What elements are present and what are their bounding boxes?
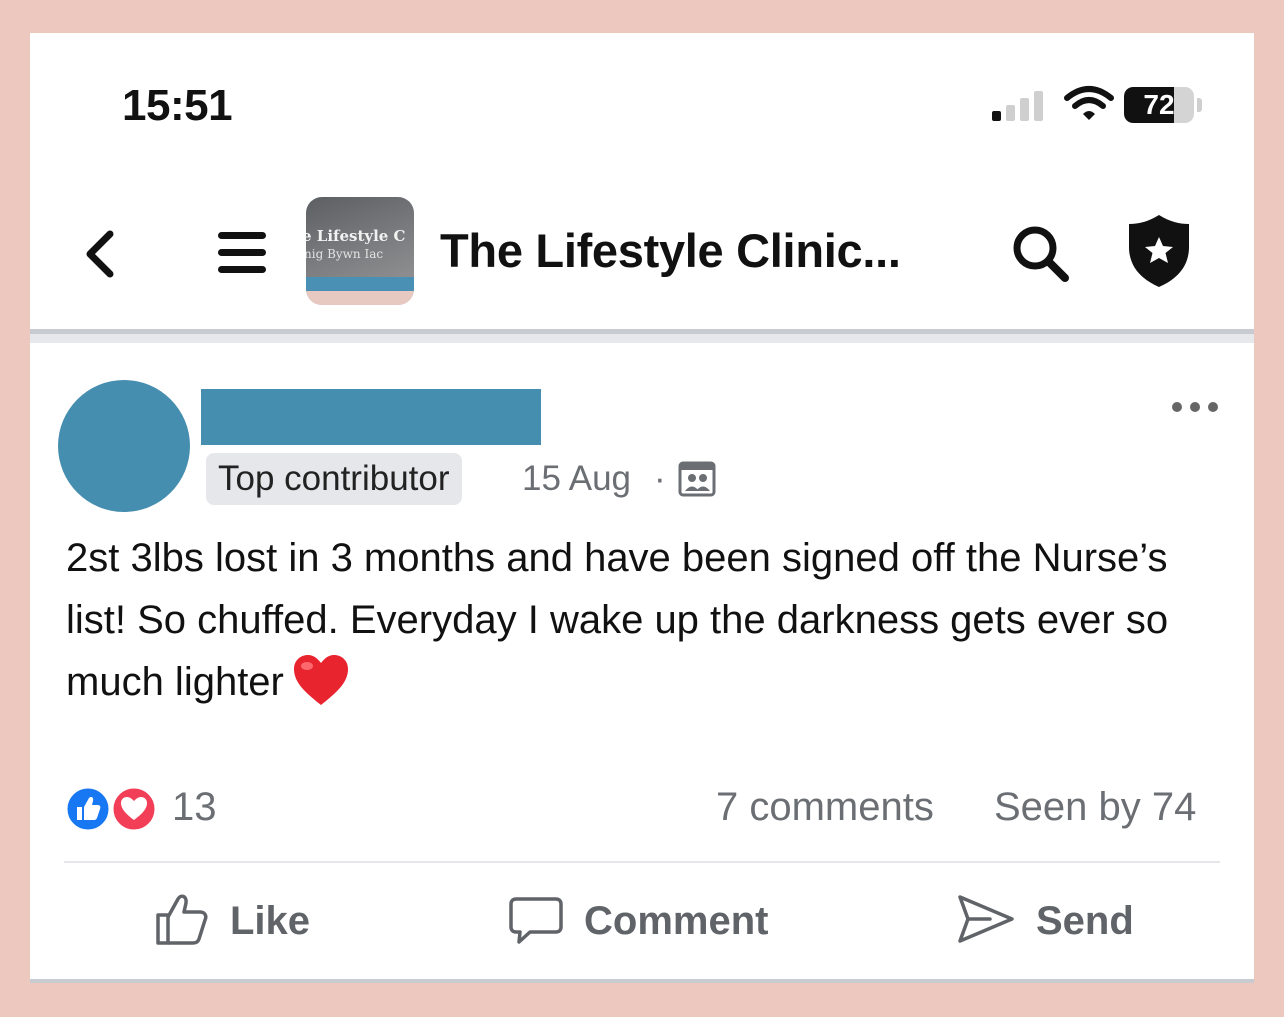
like-label: Like [230,899,311,943]
header-divider [30,329,1254,343]
thumbs-up-icon [156,894,208,945]
avatar[interactable] [58,380,190,512]
wifi-icon [1064,86,1114,120]
post-card: 15:51 72 e Lifestyle C nig Bywn Iac The … [30,33,1254,983]
battery-percent: 72 [1143,89,1175,120]
comment-bubble-icon [509,897,563,944]
like-reaction-icon [64,785,112,833]
post-body: 2st 3lbs lost in 3 months and have been … [66,527,1236,713]
post-date[interactable]: 15 Aug [522,459,631,499]
search-icon[interactable] [1010,223,1072,285]
comment-button[interactable]: Comment [508,891,788,951]
thumbnail-band [306,277,414,291]
send-icon [958,895,1014,943]
back-chevron-icon[interactable] [82,229,118,279]
thumbnail-text-1: e Lifestyle C [306,227,406,245]
actions-divider [64,861,1220,863]
send-button[interactable]: Send [956,891,1156,951]
shield-star-icon[interactable] [1126,213,1192,289]
battery-icon: 72 [1124,87,1194,123]
reaction-count[interactable]: 13 [172,785,217,830]
reaction-icons[interactable] [64,785,164,833]
group-thumbnail[interactable]: e Lifestyle C nig Bywn Iac [306,197,414,305]
meta-separator: · [654,459,666,498]
thumbnail-text-2: nig Bywn Iac [306,247,384,261]
like-button[interactable]: Like [154,891,354,951]
post-text: 2st 3lbs lost in 3 months and have been … [66,536,1169,704]
author-name-redacted[interactable] [201,389,541,445]
love-reaction-icon [110,785,158,833]
seen-by-count[interactable]: Seen by 74 [994,785,1196,830]
battery-tip [1197,98,1202,112]
group-members-icon [678,461,716,497]
more-options-icon[interactable] [1170,397,1220,417]
bottom-divider [30,979,1254,983]
status-time: 15:51 [122,81,233,130]
comments-count[interactable]: 7 comments [716,785,934,830]
comment-label: Comment [584,899,769,943]
cell-signal-icon [992,91,1043,121]
thumbnail-band [306,291,414,305]
top-contributor-badge: Top contributor [206,453,462,505]
send-label: Send [1036,899,1134,943]
red-heart-emoji-icon [293,655,348,705]
menu-icon[interactable] [218,229,266,277]
group-title[interactable]: The Lifestyle Clinic... [440,223,901,278]
